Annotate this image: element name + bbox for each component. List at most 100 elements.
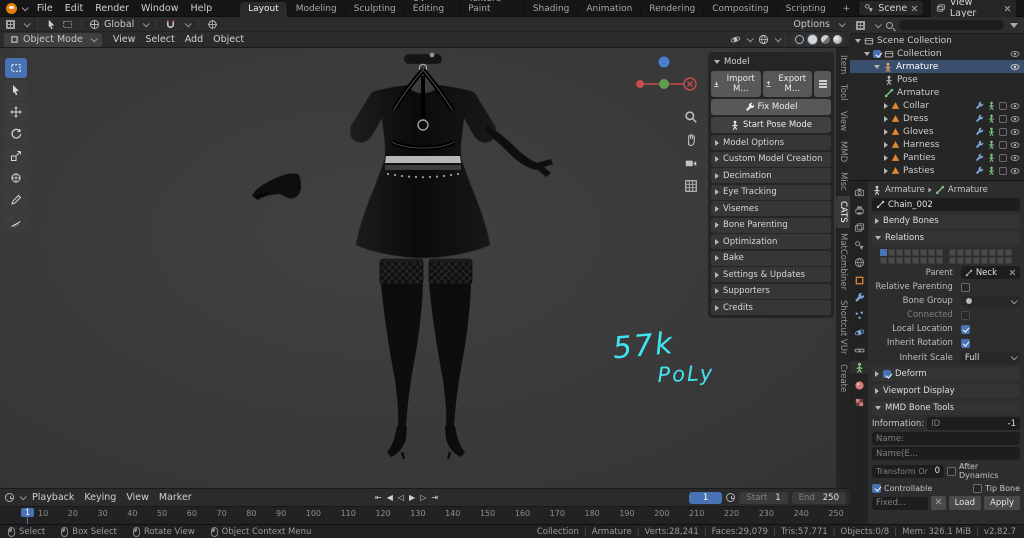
workspace-tab[interactable]: Layout: [240, 1, 288, 17]
frame-end-field[interactable]: End 250: [791, 491, 846, 504]
outliner-row-garment[interactable]: Harness: [850, 138, 1024, 151]
import-model-button[interactable]: Import M...: [711, 71, 761, 97]
cats-section-header[interactable]: Credits: [711, 300, 831, 315]
transport-button[interactable]: ▶: [409, 493, 415, 502]
snap-caret-icon[interactable]: [184, 19, 193, 27]
armature-modifier-icon[interactable]: [987, 153, 996, 162]
snap-magnet-icon[interactable]: [165, 19, 176, 30]
editor-type-caret-icon[interactable]: [23, 19, 31, 27]
options-menu[interactable]: Options: [793, 19, 830, 30]
expand-icon[interactable]: [884, 154, 888, 161]
viewport-menu-item[interactable]: Object: [208, 33, 249, 46]
bone-name-input[interactable]: Chain_002: [872, 198, 1020, 211]
menu-item[interactable]: File: [31, 1, 59, 16]
cats-section-header[interactable]: Eye Tracking: [711, 184, 831, 200]
remove-view-layer-icon[interactable]: [1004, 5, 1011, 12]
modifier-wrench-icon[interactable]: [975, 166, 984, 175]
bone-group-dropdown[interactable]: [960, 295, 1020, 307]
bone-layers-group-1[interactable]: [880, 249, 943, 264]
cats-model-section-header[interactable]: Model: [711, 55, 831, 69]
outliner-row-pose[interactable]: Pose: [850, 73, 1024, 86]
workspace-tab[interactable]: Rendering: [641, 1, 705, 17]
timeline-menu-item[interactable]: Keying: [79, 491, 121, 504]
workspace-tab[interactable]: Texture Paint: [460, 0, 525, 17]
menu-item[interactable]: Render: [89, 1, 135, 16]
rendered-shading-icon[interactable]: [833, 35, 842, 44]
camera-view-icon[interactable]: [684, 156, 698, 170]
move-tool[interactable]: [5, 102, 27, 122]
overlays-caret-icon[interactable]: [774, 35, 782, 43]
panel-tab[interactable]: MMD: [836, 136, 850, 167]
workspace-tab[interactable]: Shading: [525, 1, 579, 17]
gizmo-caret-icon[interactable]: [746, 35, 754, 43]
selectable-checkbox[interactable]: [999, 101, 1007, 110]
menu-item[interactable]: Edit: [59, 1, 89, 16]
viewport-menu-item[interactable]: View: [108, 33, 141, 46]
panel-tab[interactable]: Create: [836, 359, 850, 397]
filter-icon[interactable]: [1010, 22, 1018, 28]
workspace-tab[interactable]: Modeling: [288, 1, 346, 17]
clear-fixed-axis-button[interactable]: [930, 496, 946, 510]
show-gizmo-icon[interactable]: [730, 34, 741, 45]
transform-orientation[interactable]: Global: [104, 19, 134, 30]
timeline-menu-item[interactable]: Playback: [27, 491, 79, 504]
expand-icon[interactable]: [884, 102, 888, 109]
controllable-checkbox[interactable]: [872, 483, 881, 493]
local-location-checkbox[interactable]: [960, 324, 970, 334]
selectable-checkbox[interactable]: [999, 166, 1007, 175]
viewport-canvas[interactable]: 57k PoLy Model Import M... Export M... F…: [0, 48, 836, 488]
parent-input[interactable]: Neck: [960, 266, 1020, 279]
collection-checkbox[interactable]: [873, 49, 881, 58]
timeline-editor-icon[interactable]: [5, 493, 14, 502]
inherit-scale-dropdown[interactable]: Full: [960, 351, 1020, 364]
scene-selector[interactable]: Scene: [859, 1, 924, 15]
selectable-checkbox[interactable]: [999, 140, 1007, 149]
expand-icon[interactable]: [884, 141, 888, 148]
eye-icon[interactable]: [1010, 127, 1020, 137]
box-select-tool[interactable]: [5, 58, 27, 78]
selectable-checkbox[interactable]: [999, 153, 1007, 162]
transport-button[interactable]: ⇥: [431, 493, 438, 502]
cats-section-header[interactable]: Settings & Updates: [711, 267, 831, 282]
panel-tab[interactable]: Shortcut VUr: [836, 295, 850, 359]
texture-properties-tab[interactable]: [851, 396, 867, 409]
mmd-bone-tools-section[interactable]: MMD Bone Tools: [872, 401, 1020, 415]
render-properties-tab[interactable]: [851, 186, 867, 199]
armature-modifier-icon[interactable]: [987, 114, 996, 123]
navigation-gizmo[interactable]: [630, 52, 702, 102]
eye-icon[interactable]: [1010, 101, 1020, 111]
timeline-menu-item[interactable]: Marker: [154, 491, 197, 504]
timeline-ruler[interactable]: 1 10 20 30 40 50 60 70 80 90 100 110 120 130 140 150 16…: [0, 506, 850, 525]
menu-item[interactable]: Help: [184, 1, 218, 16]
modifier-wrench-icon[interactable]: [975, 101, 984, 110]
right-glove[interactable]: [482, 123, 554, 178]
material-shading-icon[interactable]: [821, 35, 830, 44]
tool-fallback-icon[interactable]: [62, 19, 73, 30]
scale-tool[interactable]: [5, 146, 27, 166]
viewport-display-section[interactable]: Viewport Display: [872, 384, 1020, 398]
outliner-search-input[interactable]: [899, 20, 1004, 30]
panel-tab[interactable]: CATS: [836, 196, 850, 228]
inherit-rotation-checkbox[interactable]: [960, 338, 970, 348]
physics-properties-tab[interactable]: [851, 326, 867, 339]
expand-icon[interactable]: [864, 51, 870, 56]
armature-modifier-icon[interactable]: [987, 140, 996, 149]
unlink-scene-icon[interactable]: [911, 5, 918, 12]
start-pose-mode-button[interactable]: Start Pose Mode: [711, 117, 831, 133]
export-model-button[interactable]: Export M...: [762, 71, 812, 97]
workspace-tab[interactable]: UV Editing: [405, 0, 461, 17]
expand-icon[interactable]: [855, 38, 861, 43]
modifier-wrench-icon[interactable]: [975, 127, 984, 136]
fix-model-button[interactable]: Fix Model: [711, 99, 831, 115]
rotate-tool[interactable]: [5, 124, 27, 144]
mmd-name-input[interactable]: Name:: [872, 432, 1020, 445]
solid-shading-active[interactable]: [807, 34, 818, 45]
output-properties-tab[interactable]: [851, 204, 867, 217]
armature-modifier-icon[interactable]: [987, 166, 996, 175]
panel-tab[interactable]: Misc: [836, 167, 850, 196]
transport-button[interactable]: ◁: [398, 493, 404, 502]
world-properties-tab[interactable]: [851, 256, 867, 269]
panel-tab[interactable]: Item: [836, 50, 850, 79]
apply-button[interactable]: Apply: [984, 496, 1020, 510]
breadcrumb-object[interactable]: Armature: [885, 185, 925, 195]
